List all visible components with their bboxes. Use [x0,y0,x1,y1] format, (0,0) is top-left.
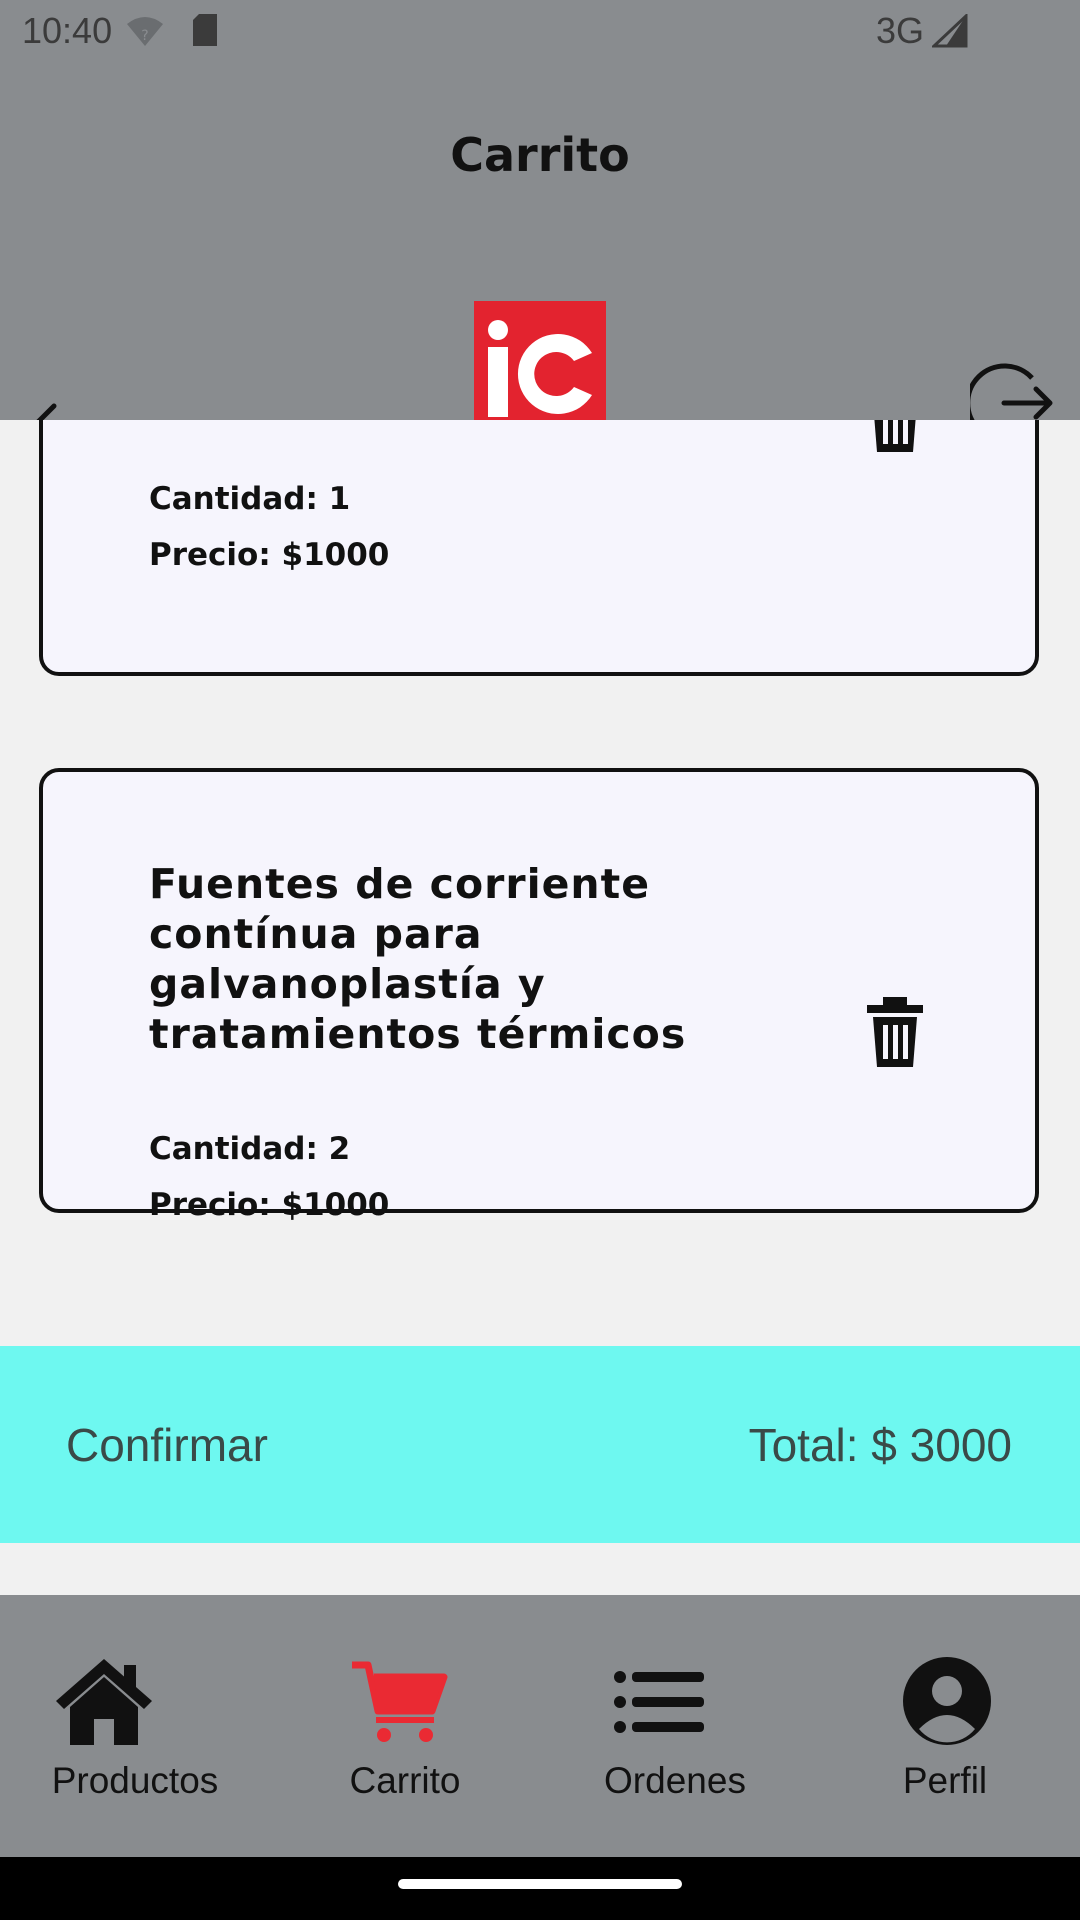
nav-item-carrito[interactable]: Carrito [300,1595,510,1857]
brand-logo [474,301,606,431]
wifi-icon: ? [125,14,165,53]
item-quantity: Cantidad: 2 [149,1131,351,1167]
delete-item-button[interactable] [865,420,925,457]
nav-label: Carrito [349,1760,461,1801]
bottom-navigation: Productos Carrito Ordenes Perfil [0,1595,1080,1857]
nav-item-productos[interactable]: Productos [30,1595,240,1857]
nav-label: Productos [51,1760,219,1801]
network-type: 3G [876,10,925,51]
nav-label: Ordenes [604,1760,746,1801]
page-title: Carrito [450,128,630,182]
item-quantity: Cantidad: 1 [149,481,351,517]
cart-icon [352,1661,448,1742]
item-name: Fuentes de corriente contínua para galva… [149,860,687,1058]
status-time: 10:40 [22,10,113,51]
trash-icon [867,997,923,1067]
profile-icon [903,1657,991,1745]
nav-label: Perfil [902,1760,988,1801]
item-price: Precio: $1000 [149,1187,390,1223]
home-indicator[interactable] [398,1879,682,1889]
home-icon [56,1659,152,1745]
trash-icon [874,420,916,452]
sd-card-icon [191,14,219,53]
item-price: Precio: $1000 [149,537,390,573]
cart-list[interactable]: Cantidad: 1 Precio: $1000 Fuentes de cor… [0,420,1080,1345]
status-bar: 10:40 ? 3G [0,0,1080,64]
signal-icon [930,12,968,53]
system-nav-bar [0,1857,1080,1920]
delete-item-button[interactable] [865,997,925,1072]
app-header: Carrito [0,64,1080,445]
nav-item-ordenes[interactable]: Ordenes [570,1595,780,1857]
cart-item-card: Fuentes de corriente contínua para galva… [39,768,1039,1223]
cart-total: Total: $ 3000 [748,1419,1012,1471]
svg-text:?: ? [141,28,148,44]
cart-item-card: Cantidad: 1 Precio: $1000 [39,420,1039,676]
nav-item-perfil[interactable]: Perfil [840,1595,1050,1857]
checkout-bar: Confirmar Total: $ 3000 [0,1346,1080,1543]
confirm-button[interactable]: Confirmar [66,1418,268,1472]
list-icon [614,1671,704,1733]
